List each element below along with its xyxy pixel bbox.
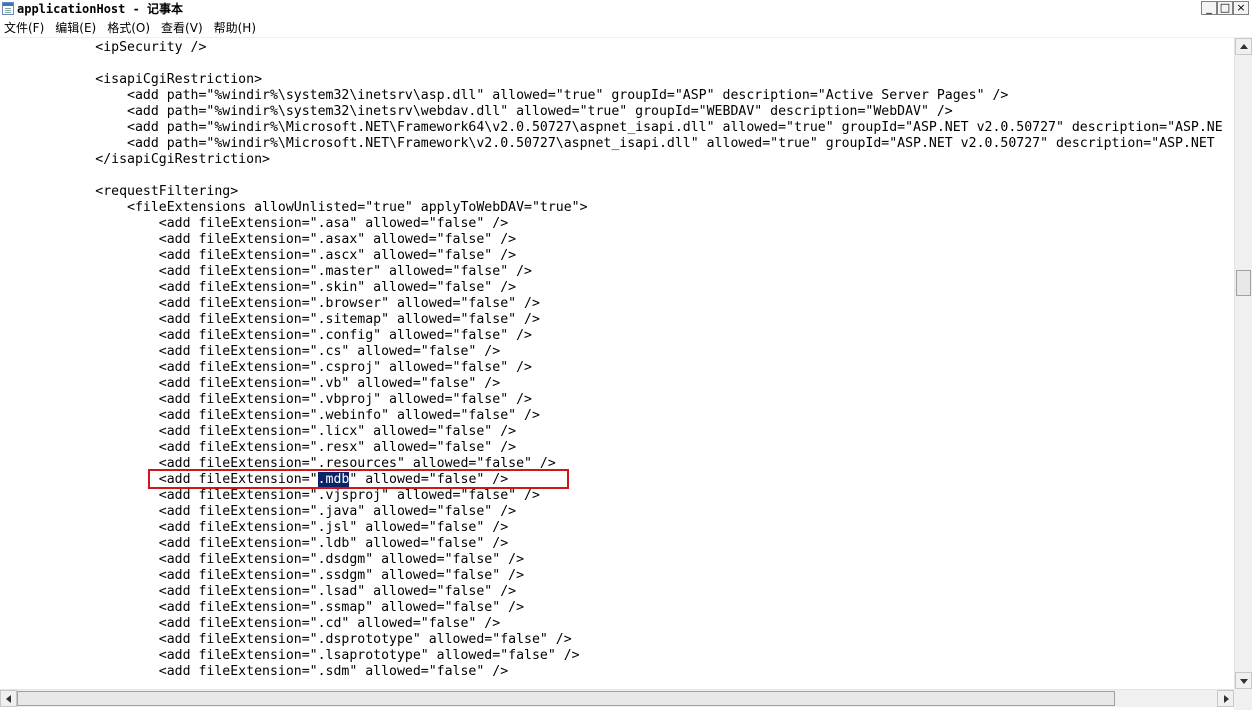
- editor-line[interactable]: <ipSecurity />: [0, 40, 1223, 56]
- menu-file[interactable]: 文件(F): [0, 19, 51, 37]
- editor-line[interactable]: <add fileExtension=".sdm" allowed="false…: [0, 664, 1223, 680]
- editor-line[interactable]: <add fileExtension=".webinfo" allowed="f…: [0, 408, 1223, 424]
- editor-line[interactable]: </isapiCgiRestriction>: [0, 152, 1223, 168]
- menu-edit[interactable]: 编辑(E): [51, 19, 103, 37]
- arrow-left-icon: [6, 695, 11, 703]
- editor-line[interactable]: <add path="%windir%\system32\inetsrv\web…: [0, 104, 1223, 120]
- arrow-right-icon: [1224, 695, 1229, 703]
- editor-line[interactable]: <add fileExtension=".sitemap" allowed="f…: [0, 312, 1223, 328]
- editor-line[interactable]: <add fileExtension=".licx" allowed="fals…: [0, 424, 1223, 440]
- notepad-app-icon[interactable]: [2, 2, 14, 15]
- arrow-up-icon: [1240, 44, 1248, 49]
- minimize-button[interactable]: _: [1201, 1, 1217, 15]
- editor-line[interactable]: <add fileExtension=".jsl" allowed="false…: [0, 520, 1223, 536]
- vertical-scroll-thumb[interactable]: [1236, 270, 1251, 296]
- editor-line[interactable]: <add fileExtension=".java" allowed="fals…: [0, 504, 1223, 520]
- editor-content[interactable]: <ipSecurity /> <isapiCgiRestriction> <ad…: [0, 40, 1223, 680]
- scroll-right-button[interactable]: [1217, 690, 1234, 707]
- scroll-up-button[interactable]: [1235, 38, 1252, 55]
- editor-line[interactable]: <add fileExtension=".ssmap" allowed="fal…: [0, 600, 1223, 616]
- maximize-button[interactable]: □: [1217, 1, 1233, 15]
- editor-line[interactable]: <add fileExtension=".mdb" allowed="false…: [0, 472, 1223, 488]
- editor-line[interactable]: <add fileExtension=".ldb" allowed="false…: [0, 536, 1223, 552]
- editor-line[interactable]: <add fileExtension=".vjsproj" allowed="f…: [0, 488, 1223, 504]
- horizontal-scrollbar[interactable]: [0, 689, 1234, 707]
- editor-line[interactable]: <add fileExtension=".resx" allowed="fals…: [0, 440, 1223, 456]
- menu-view[interactable]: 查看(V): [157, 19, 210, 37]
- vertical-scrollbar[interactable]: [1234, 38, 1252, 689]
- close-button[interactable]: ×: [1233, 1, 1249, 15]
- editor-line[interactable]: <add fileExtension=".asax" allowed="fals…: [0, 232, 1223, 248]
- editor-line[interactable]: <add fileExtension=".dsdgm" allowed="fal…: [0, 552, 1223, 568]
- editor-line[interactable]: <add fileExtension=".browser" allowed="f…: [0, 296, 1223, 312]
- editor-line[interactable]: <requestFiltering>: [0, 184, 1223, 200]
- editor-line[interactable]: <add path="%windir%\system32\inetsrv\asp…: [0, 88, 1223, 104]
- editor-line[interactable]: <add fileExtension=".lsaprototype" allow…: [0, 648, 1223, 664]
- editor-line[interactable]: <fileExtensions allowUnlisted="true" app…: [0, 200, 1223, 216]
- close-icon: ×: [1236, 1, 1246, 14]
- editor-line[interactable]: <isapiCgiRestriction>: [0, 72, 1223, 88]
- arrow-down-icon: [1240, 679, 1248, 684]
- horizontal-scroll-thumb[interactable]: [17, 691, 1115, 706]
- editor-line[interactable]: <add fileExtension=".config" allowed="fa…: [0, 328, 1223, 344]
- menu-format[interactable]: 格式(O): [103, 19, 157, 37]
- editor-line[interactable]: <add fileExtension=".asa" allowed="false…: [0, 216, 1223, 232]
- editor-line[interactable]: <add fileExtension=".cd" allowed="false"…: [0, 616, 1223, 632]
- line-text: " allowed="false" />: [349, 472, 509, 487]
- text-editor[interactable]: <ipSecurity /> <isapiCgiRestriction> <ad…: [0, 38, 1234, 689]
- scrollbar-corner: [1234, 689, 1252, 710]
- editor-line[interactable]: <add fileExtension=".dsprototype" allowe…: [0, 632, 1223, 648]
- editor-line[interactable]: <add fileExtension=".master" allowed="fa…: [0, 264, 1223, 280]
- maximize-icon: □: [1219, 1, 1231, 14]
- editor-line[interactable]: <add fileExtension=".cs" allowed="false"…: [0, 344, 1223, 360]
- scroll-left-button[interactable]: [0, 690, 17, 707]
- editor-line[interactable]: <add path="%windir%\Microsoft.NET\Framew…: [0, 136, 1223, 152]
- menu-bar: 文件(F) 编辑(E) 格式(O) 查看(V) 帮助(H): [0, 18, 1252, 38]
- editor-line[interactable]: <add fileExtension=".skin" allowed="fals…: [0, 280, 1223, 296]
- scroll-down-button[interactable]: [1235, 672, 1252, 689]
- selected-text[interactable]: .mdb: [317, 472, 350, 487]
- editor-line[interactable]: <add path="%windir%\Microsoft.NET\Framew…: [0, 120, 1223, 136]
- editor-line[interactable]: <add fileExtension=".lsad" allowed="fals…: [0, 584, 1223, 600]
- editor-line[interactable]: [0, 168, 1223, 184]
- editor-line[interactable]: [0, 56, 1223, 72]
- window-title: applicationHost - 记事本: [17, 2, 184, 16]
- editor-line[interactable]: <add fileExtension=".ssdgm" allowed="fal…: [0, 568, 1223, 584]
- editor-line[interactable]: <add fileExtension=".vbproj" allowed="fa…: [0, 392, 1223, 408]
- editor-line[interactable]: <add fileExtension=".csproj" allowed="fa…: [0, 360, 1223, 376]
- title-bar[interactable]: applicationHost - 记事本 _ □ ×: [0, 0, 1252, 19]
- editor-line[interactable]: <add fileExtension=".vb" allowed="false"…: [0, 376, 1223, 392]
- editor-line[interactable]: <add fileExtension=".ascx" allowed="fals…: [0, 248, 1223, 264]
- window-controls: _ □ ×: [1201, 1, 1249, 17]
- minimize-icon: _: [1206, 1, 1212, 14]
- menu-help[interactable]: 帮助(H): [210, 19, 263, 37]
- line-text: <add fileExtension=": [0, 472, 318, 487]
- editor-line[interactable]: <add fileExtension=".resources" allowed=…: [0, 456, 1223, 472]
